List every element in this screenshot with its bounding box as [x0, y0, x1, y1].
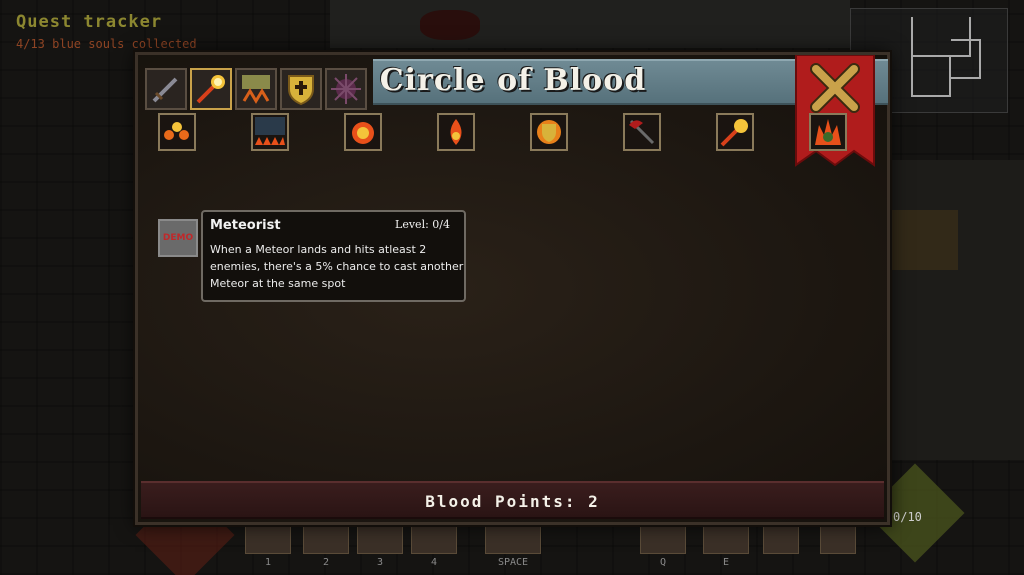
hotbar-slot-q[interactable] [640, 524, 686, 554]
flame-drop-icon [450, 119, 462, 145]
hotbar-slot-4[interactable] [411, 524, 457, 554]
demo-label: DEMO [162, 233, 194, 243]
flame-shield-icon [537, 120, 561, 144]
dungeon-wall [330, 0, 850, 48]
quest-progress: 4/13 blue souls collected [16, 37, 197, 51]
gauge-count: 0/10 [893, 510, 922, 524]
fireball-icon [196, 75, 225, 104]
tab-meteor-rain[interactable] [235, 68, 277, 110]
skill-row [158, 113, 848, 153]
skill-flame-shield[interactable] [530, 113, 568, 151]
hotbar-slot-2[interactable] [303, 524, 349, 554]
triple-flame-icon [164, 122, 189, 140]
tab-shield[interactable] [280, 68, 322, 110]
hotbar-slot-1[interactable] [245, 524, 291, 554]
meteor-rain-icon [242, 75, 270, 104]
locked-skill-slot[interactable]: DEMO [158, 219, 198, 257]
quest-tracker-title: Quest tracker [16, 12, 163, 32]
skill-meteor[interactable] [716, 113, 754, 151]
spiked-ball-icon [331, 74, 361, 104]
hotbar-slot-space[interactable] [485, 524, 541, 554]
skill-fire-wall[interactable] [251, 113, 289, 151]
skill-tooltip: Meteorist Level: 0/4 When a Meteor lands… [201, 210, 466, 302]
footer-bar: Blood Points: 2 [141, 481, 884, 519]
skill-tree-modal: Circle of Blood DEMO Meteorist Level: 0/… [135, 52, 890, 525]
blood-stain [420, 10, 480, 40]
hotbar-key-1: 1 [264, 557, 272, 568]
flame-burst-icon [352, 122, 374, 144]
tooltip-skill-level: Level: 0/4 [395, 218, 450, 231]
hotbar-key-e: E [722, 557, 730, 568]
meteor-icon [720, 119, 748, 147]
hotbar: 1 2 3 4 SPACE Q E [245, 522, 865, 575]
hotbar-key-q: Q [659, 557, 667, 568]
tab-fire[interactable] [190, 68, 232, 110]
hotbar-key-space: SPACE [497, 557, 529, 568]
fire-demon-icon [815, 119, 841, 145]
tooltip-description: When a Meteor lands and hits atleast 2 e… [210, 243, 464, 290]
hotbar-slot-e[interactable] [703, 524, 749, 554]
modal-title: Circle of Blood [379, 63, 647, 98]
hotbar-key-2: 2 [322, 557, 330, 568]
shield-cross-icon [288, 75, 314, 106]
fire-wall-icon [255, 117, 285, 145]
skill-flame-drop[interactable] [437, 113, 475, 151]
tab-sword[interactable] [145, 68, 187, 110]
skill-fire-demon[interactable] [809, 113, 847, 151]
tooltip-skill-name: Meteorist [210, 218, 281, 233]
fire-axe-icon [629, 119, 655, 145]
hotbar-slot-extra[interactable] [763, 524, 799, 554]
hotbar-slot-3[interactable] [357, 524, 403, 554]
tab-spiked-ball[interactable] [325, 68, 367, 110]
skill-triple-flame[interactable] [158, 113, 196, 151]
dungeon-floor [885, 160, 1024, 460]
blood-points: Blood Points: 2 [425, 492, 600, 511]
hotbar-key-4: 4 [430, 557, 438, 568]
skill-fire-axe[interactable] [623, 113, 661, 151]
sword-icon [152, 77, 178, 103]
skill-flame-burst[interactable] [344, 113, 382, 151]
hotbar-slot-map[interactable] [820, 524, 856, 554]
wooden-door [888, 210, 958, 270]
hotbar-key-3: 3 [376, 557, 384, 568]
category-tabs [145, 68, 367, 110]
